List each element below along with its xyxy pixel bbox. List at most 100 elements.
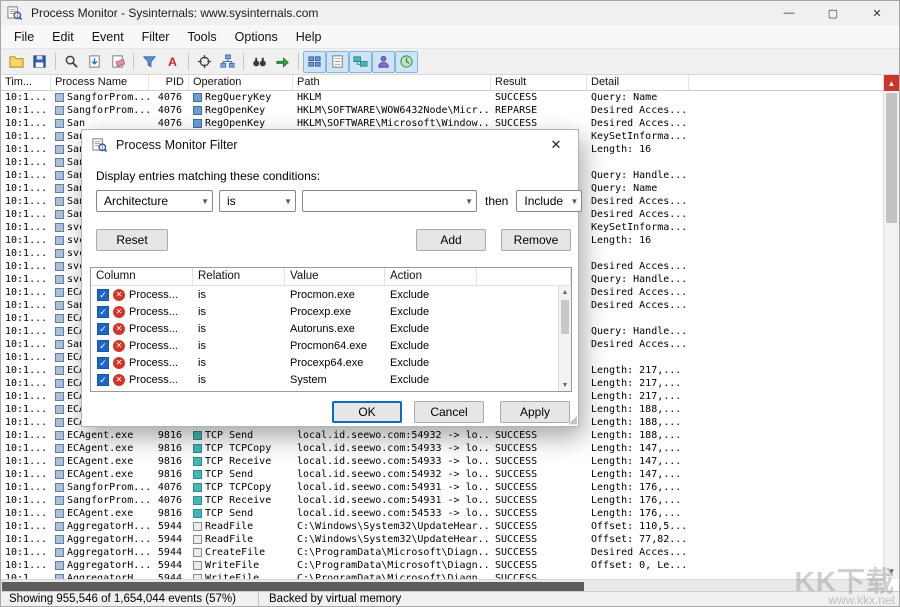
column-header-tim[interactable]: Tim... [1, 75, 51, 90]
maximize-button[interactable]: ▢ [811, 1, 855, 25]
event-row[interactable]: 10:1...ECAgent.exe9816TCP TCPCopylocal.i… [1, 442, 883, 455]
apply-button[interactable]: Apply [500, 401, 570, 423]
rule-checkbox[interactable]: ✓ [97, 306, 109, 318]
cell-result: REPARSE [491, 105, 587, 116]
menu-filter[interactable]: Filter [133, 27, 179, 47]
column-header-process-name[interactable]: Process Name [51, 75, 149, 90]
process-icon [55, 106, 64, 115]
cell-operation: ReadFile [189, 521, 293, 532]
reset-button[interactable]: Reset [96, 229, 168, 251]
cell-detail: Desired Acces... [587, 118, 689, 129]
action-dropdown[interactable]: Include▼ [516, 190, 582, 212]
ok-button[interactable]: OK [332, 401, 402, 423]
vertical-scrollbar[interactable]: ▲ ▼ [883, 75, 899, 579]
event-row[interactable]: 10:1...ECAgent.exe9816TCP Receivelocal.i… [1, 455, 883, 468]
network-icon [193, 496, 202, 505]
autoscroll-button[interactable] [83, 51, 106, 73]
rule-checkbox[interactable]: ✓ [97, 357, 109, 369]
event-row[interactable]: 10:1...SangforProm...4076TCP TCPCopyloca… [1, 481, 883, 494]
event-row[interactable]: 10:1...ECAgent.exe9816TCP Sendlocal.id.s… [1, 468, 883, 481]
menu-event[interactable]: Event [83, 27, 133, 47]
toolbar-separator [298, 53, 299, 70]
scroll-up-icon[interactable]: ▲ [559, 286, 571, 298]
column-header-detail[interactable]: Detail [587, 75, 689, 90]
event-row[interactable]: 10:1...AggregatorH...5944CreateFileC:\Pr… [1, 546, 883, 559]
cancel-button[interactable]: Cancel [414, 401, 484, 423]
open-button[interactable] [5, 51, 28, 73]
minimize-button[interactable]: — [767, 1, 811, 25]
menu-options[interactable]: Options [226, 27, 287, 47]
rule-checkbox[interactable]: ✓ [97, 289, 109, 301]
show-profiling-button[interactable] [395, 51, 418, 73]
scroll-down-icon[interactable]: ▼ [884, 563, 899, 579]
highlight-button[interactable]: A [161, 51, 184, 73]
menu-edit[interactable]: Edit [43, 27, 83, 47]
column-dropdown[interactable]: Architecture▼ [96, 190, 213, 212]
filter-column-header-relation[interactable]: Relation [193, 268, 285, 285]
dialog-title-bar[interactable]: Process Monitor Filter ✕ [82, 130, 578, 160]
menu-file[interactable]: File [5, 27, 43, 47]
filter-rule-row[interactable]: ✓✕Process...isSystemExclude [91, 371, 571, 388]
show-process-button[interactable] [372, 51, 395, 73]
registry-icon [193, 119, 202, 128]
filter-rule-row[interactable]: ✓✕Process...isAutoruns.exeExclude [91, 320, 571, 337]
event-row[interactable]: 10:1...AggregatorH...5944ReadFileC:\Wind… [1, 520, 883, 533]
show-registry-button[interactable] [303, 51, 326, 73]
show-network-button[interactable] [349, 51, 372, 73]
process-tree-button[interactable] [216, 51, 239, 73]
save-button[interactable] [28, 51, 51, 73]
menu-tools[interactable]: Tools [178, 27, 225, 47]
column-header-result[interactable]: Result [491, 75, 587, 90]
event-row[interactable]: 10:1...AggregatorH...5944WriteFileC:\Pro… [1, 559, 883, 572]
process-icon [55, 405, 64, 414]
filter-list-scroll-thumb[interactable] [561, 300, 569, 334]
event-row[interactable]: 10:1...AggregatorH...5944WriteFileC:\Pro… [1, 572, 883, 579]
value-dropdown[interactable]: ▼ [302, 190, 477, 212]
column-header-operation[interactable]: Operation [189, 75, 293, 90]
rule-checkbox[interactable]: ✓ [97, 323, 109, 335]
show-filesystem-button[interactable] [326, 51, 349, 73]
relation-dropdown[interactable]: is▼ [219, 190, 296, 212]
event-row[interactable]: 10:1...SangforProm...4076RegOpenKeyHKLM\… [1, 104, 883, 117]
filter-column-header-action[interactable]: Action [385, 268, 477, 285]
scroll-up-icon[interactable]: ▲ [884, 75, 899, 91]
capture-button[interactable] [60, 51, 83, 73]
filter-button[interactable] [138, 51, 161, 73]
include-process-button[interactable] [193, 51, 216, 73]
filter-rule-row[interactable]: ✓✕Process...isProcexp64.exeExclude [91, 354, 571, 371]
column-header-path[interactable]: Path [293, 75, 491, 90]
event-row[interactable]: 10:1...AggregatorH...5944ReadFileC:\Wind… [1, 533, 883, 546]
dialog-close-icon[interactable]: ✕ [540, 130, 572, 160]
event-row[interactable]: 10:1...ECAgent.exe9816TCP Sendlocal.id.s… [1, 507, 883, 520]
rule-value: System [285, 374, 385, 386]
resize-grip[interactable]: ◢ [569, 415, 577, 425]
event-row[interactable]: 10:1...SangforProm...4076TCP Receiveloca… [1, 494, 883, 507]
cell-process-name: SangforProm... [51, 495, 149, 506]
clear-button[interactable] [106, 51, 129, 73]
filter-column-header-value[interactable]: Value [285, 268, 385, 285]
column-header-pid[interactable]: PID [149, 75, 189, 90]
filter-list-scrollbar[interactable]: ▲ ▼ [558, 286, 571, 391]
vertical-scroll-thumb[interactable] [886, 93, 897, 223]
jump-to-button[interactable] [271, 51, 294, 73]
filter-rule-row[interactable]: ✓✕Process...isProcmon64.exeExclude [91, 337, 571, 354]
scroll-down-icon[interactable]: ▼ [559, 379, 571, 391]
remove-button[interactable]: Remove [501, 229, 571, 251]
find-button[interactable] [248, 51, 271, 73]
filter-rule-row[interactable]: ✓✕Process...isProcmon.exeExclude [91, 286, 571, 303]
cell-time: 10:1... [1, 157, 51, 168]
cell-detail: Desired Acces... [587, 300, 689, 311]
add-button[interactable]: Add [416, 229, 486, 251]
filter-list: ColumnRelationValueAction ✓✕Process...is… [90, 267, 572, 392]
process-icon [55, 236, 64, 245]
rule-checkbox[interactable]: ✓ [97, 340, 109, 352]
registry-icon [193, 93, 202, 102]
close-button[interactable]: ✕ [855, 1, 899, 25]
rule-checkbox[interactable]: ✓ [97, 374, 109, 386]
cell-result: SUCCESS [491, 456, 587, 467]
event-row[interactable]: 10:1...SangforProm...4076RegQueryKeyHKLM… [1, 91, 883, 104]
menu-help[interactable]: Help [287, 27, 331, 47]
filter-column-header-column[interactable]: Column [91, 268, 193, 285]
event-row[interactable]: 10:1...ECAgent.exe9816TCP Sendlocal.id.s… [1, 429, 883, 442]
filter-rule-row[interactable]: ✓✕Process...isProcexp.exeExclude [91, 303, 571, 320]
